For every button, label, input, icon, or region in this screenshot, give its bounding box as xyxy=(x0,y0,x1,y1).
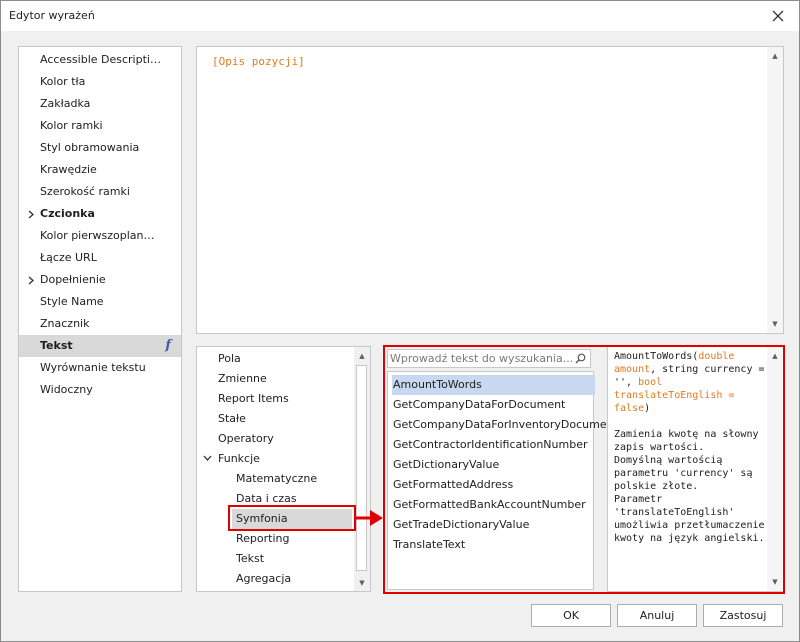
arrow-icon xyxy=(356,510,383,526)
property-label: Style Name xyxy=(40,295,104,308)
category-item[interactable]: Funkcje xyxy=(203,449,260,469)
category-label: Tekst xyxy=(236,552,265,565)
category-label: Agregacja xyxy=(236,572,292,585)
property-label: Zakładka xyxy=(40,97,91,110)
category-item[interactable]: Matematyczne xyxy=(236,469,317,489)
window-title: Edytor wyrażeń xyxy=(9,9,95,22)
category-label: Operatory xyxy=(218,432,274,445)
property-item[interactable]: Tekst f xyxy=(19,335,181,357)
category-label: Matematyczne xyxy=(236,472,318,485)
expression-editor-dialog: Edytor wyrażeń Accessible Descripti… Kolo… xyxy=(0,0,800,642)
property-label: Widoczny xyxy=(40,383,93,396)
category-label: Funkcje xyxy=(218,452,260,465)
property-label: Szerokość ramki xyxy=(40,185,130,198)
close-icon xyxy=(772,10,784,22)
property-label: Krawędzie xyxy=(40,163,97,176)
close-button[interactable] xyxy=(765,5,791,27)
property-label: Styl obramowania xyxy=(40,141,140,154)
property-item[interactable]: Widoczny xyxy=(19,379,181,401)
chevron-down-icon[interactable] xyxy=(203,449,212,469)
category-item[interactable]: Stałe xyxy=(218,409,246,429)
ok-button[interactable]: OK xyxy=(531,604,611,627)
category-item[interactable]: Report Items xyxy=(218,389,289,409)
scroll-up-icon[interactable]: ▲ xyxy=(354,348,370,364)
property-item[interactable]: Kolor pierwszoplan… xyxy=(19,225,181,247)
editor-scrollbar[interactable]: ▲ ▼ xyxy=(767,47,783,333)
category-label: Zmienne xyxy=(218,372,267,385)
category-label: Data i czas xyxy=(236,492,297,505)
category-item[interactable]: Operatory xyxy=(218,429,274,449)
category-item[interactable]: Pola xyxy=(218,349,241,369)
category-label: Stałe xyxy=(218,412,246,425)
property-label: Tekst xyxy=(40,339,73,352)
property-item[interactable]: Kolor tła xyxy=(19,71,181,93)
property-label: Kolor tła xyxy=(40,75,86,88)
property-label: Kolor ramki xyxy=(40,119,103,132)
property-item[interactable]: Czcionka xyxy=(19,203,181,225)
category-item[interactable]: Reporting xyxy=(236,529,289,549)
property-item[interactable]: Łącze URL xyxy=(19,247,181,269)
property-item[interactable]: Styl obramowania xyxy=(19,137,181,159)
property-item[interactable]: Krawędzie xyxy=(19,159,181,181)
apply-button[interactable]: Zastosuj xyxy=(703,604,783,627)
property-label: Wyrównanie tekstu xyxy=(40,361,146,374)
category-label: Report Items xyxy=(218,392,289,405)
properties-list: Accessible Descripti… Kolor tła Zakładka Ko… xyxy=(18,46,182,592)
chevron-right-icon[interactable] xyxy=(25,269,37,291)
property-item[interactable]: Accessible Descripti… xyxy=(19,49,181,71)
property-label: Kolor pierwszoplan… xyxy=(40,229,155,242)
property-label: Znacznik xyxy=(40,317,90,330)
scroll-down-icon[interactable]: ▼ xyxy=(354,575,370,591)
property-item[interactable]: Dopełnienie xyxy=(19,269,181,291)
expression-text: [Opis pozycji] xyxy=(212,55,305,68)
category-item[interactable]: Tekst xyxy=(236,549,264,569)
property-item[interactable]: Style Name xyxy=(19,291,181,313)
property-label: Dopełnienie xyxy=(40,273,106,286)
property-item[interactable]: Znacznik xyxy=(19,313,181,335)
expression-editor[interactable]: [Opis pozycji] ▲ ▼ xyxy=(196,46,784,334)
highlight-functions-area xyxy=(383,345,785,594)
category-label: Pola xyxy=(218,352,241,365)
property-item[interactable]: Kolor ramki xyxy=(19,115,181,137)
category-scrollbar[interactable]: ▲ ▼ xyxy=(354,347,370,591)
property-label: Łącze URL xyxy=(40,251,97,264)
scroll-down-icon[interactable]: ▼ xyxy=(767,316,783,332)
title-bar: Edytor wyrażeń xyxy=(1,1,799,31)
scroll-up-icon[interactable]: ▲ xyxy=(767,48,783,64)
property-label: Accessible Descripti… xyxy=(40,53,161,66)
category-label: Reporting xyxy=(236,532,290,545)
property-item[interactable]: Wyrównanie tekstu xyxy=(19,357,181,379)
function-expression-icon[interactable]: f xyxy=(165,335,171,357)
scroll-thumb[interactable] xyxy=(356,365,367,571)
category-item[interactable]: Zmienne xyxy=(218,369,267,389)
category-item[interactable]: Agregacja xyxy=(236,569,291,589)
chevron-right-icon[interactable] xyxy=(25,203,37,225)
property-label: Czcionka xyxy=(40,207,95,220)
highlight-symfonia xyxy=(228,505,356,531)
property-item[interactable]: Zakładka xyxy=(19,93,181,115)
category-tree: ▲ ▼ Pola Zmienne Report Items Stałe Operator… xyxy=(196,346,371,592)
property-item[interactable]: Szerokość ramki xyxy=(19,181,181,203)
cancel-button[interactable]: Anuluj xyxy=(617,604,697,627)
